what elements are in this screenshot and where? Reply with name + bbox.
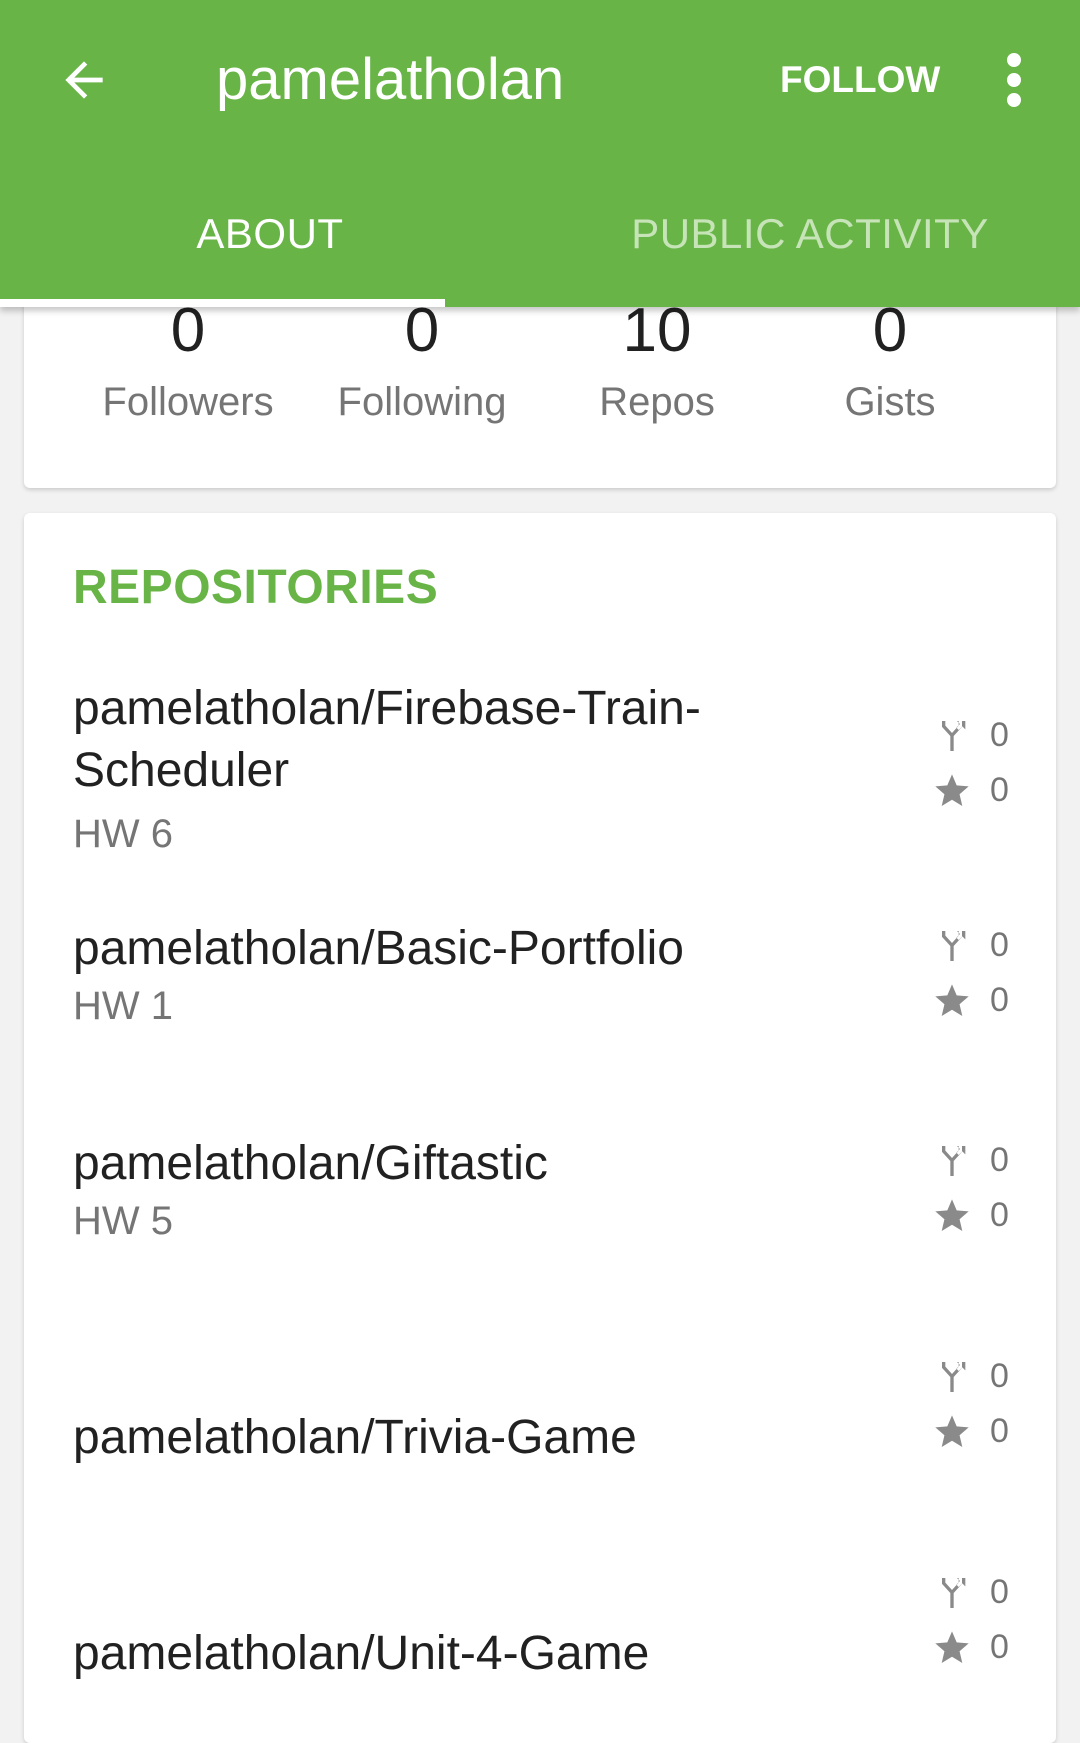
fork-icon <box>942 720 966 751</box>
star-icon <box>935 773 969 806</box>
app-bar: pamelatholan FOLLOW ABOUT PUBLIC ACTIVIT… <box>0 0 1080 307</box>
star-count: 0 <box>990 981 1009 1019</box>
stat-gists[interactable]: 0 Gists <box>790 296 990 430</box>
star-count: 0 <box>990 1628 1009 1666</box>
tab-about[interactable]: ABOUT <box>0 190 540 307</box>
stat-label: Gists <box>844 380 936 424</box>
repo-item[interactable]: pamelatholan/Giftastic HW 5 0 0 <box>24 1133 1056 1283</box>
repo-name: pamelatholan/Unit-4-Game <box>73 1627 650 1680</box>
stat-label: Following <box>337 380 507 424</box>
stat-followers[interactable]: 0 Followers <box>88 296 288 430</box>
repositories-card: REPOSITORIES pamelatholan/Firebase-Train… <box>24 513 1056 1743</box>
repo-name: pamelatholan/Firebase-Train-Scheduler <box>73 682 701 797</box>
back-button[interactable] <box>44 40 124 120</box>
star-icon <box>935 1198 969 1231</box>
toolbar: pamelatholan FOLLOW <box>0 0 1080 165</box>
repo-description: HW 5 <box>73 1199 173 1243</box>
repo-stats: 0 0 <box>932 1349 1032 1459</box>
more-options-button[interactable] <box>982 44 1046 116</box>
more-vert-icon <box>1007 53 1021 107</box>
repo-stats: 0 0 <box>932 708 1032 818</box>
fork-count: 0 <box>990 716 1009 754</box>
repo-description: HW 6 <box>73 812 173 856</box>
repo-item[interactable]: pamelatholan/Unit-4-Game 0 0 <box>24 1565 1056 1715</box>
star-count: 0 <box>990 1196 1009 1234</box>
star-count: 0 <box>990 1412 1009 1450</box>
tab-public-activity[interactable]: PUBLIC ACTIVITY <box>540 190 1080 307</box>
fork-count: 0 <box>990 1573 1009 1611</box>
page-title: pamelatholan <box>216 47 565 112</box>
repo-description: HW 1 <box>73 984 173 1028</box>
follow-button[interactable]: FOLLOW <box>780 52 940 108</box>
star-icon <box>935 1630 969 1663</box>
stat-label: Repos <box>599 380 715 424</box>
stat-label: Followers <box>102 380 274 424</box>
star-count: 0 <box>990 771 1009 809</box>
stat-repos[interactable]: 10 Repos <box>557 296 757 430</box>
fork-icon <box>942 1361 966 1392</box>
repo-item[interactable]: pamelatholan/Trivia-Game 0 0 <box>24 1349 1056 1499</box>
tab-indicator <box>0 299 445 307</box>
repo-stats: 0 0 <box>932 1133 1032 1243</box>
repo-stats: 0 0 <box>932 1565 1032 1675</box>
stat-following[interactable]: 0 Following <box>322 296 522 430</box>
repo-name: pamelatholan/Trivia-Game <box>73 1411 637 1464</box>
section-title: REPOSITORIES <box>73 561 439 614</box>
repo-name: pamelatholan/Basic-Portfolio <box>73 922 684 975</box>
tab-bar: ABOUT PUBLIC ACTIVITY <box>0 190 1080 307</box>
repo-name: pamelatholan/Giftastic <box>73 1137 548 1190</box>
fork-count: 0 <box>990 1141 1009 1179</box>
fork-count: 0 <box>990 926 1009 964</box>
arrow-back-icon <box>65 61 103 99</box>
star-icon <box>935 983 969 1016</box>
repo-item[interactable]: pamelatholan/Firebase-Train-Scheduler HW… <box>24 678 1056 893</box>
repo-item[interactable]: pamelatholan/Basic-Portfolio HW 1 0 0 <box>24 918 1056 1068</box>
fork-icon <box>942 1145 966 1176</box>
fork-count: 0 <box>990 1357 1009 1395</box>
repo-stats: 0 0 <box>932 918 1032 1028</box>
fork-icon <box>942 1577 966 1608</box>
fork-icon <box>942 930 966 961</box>
star-icon <box>935 1414 969 1447</box>
